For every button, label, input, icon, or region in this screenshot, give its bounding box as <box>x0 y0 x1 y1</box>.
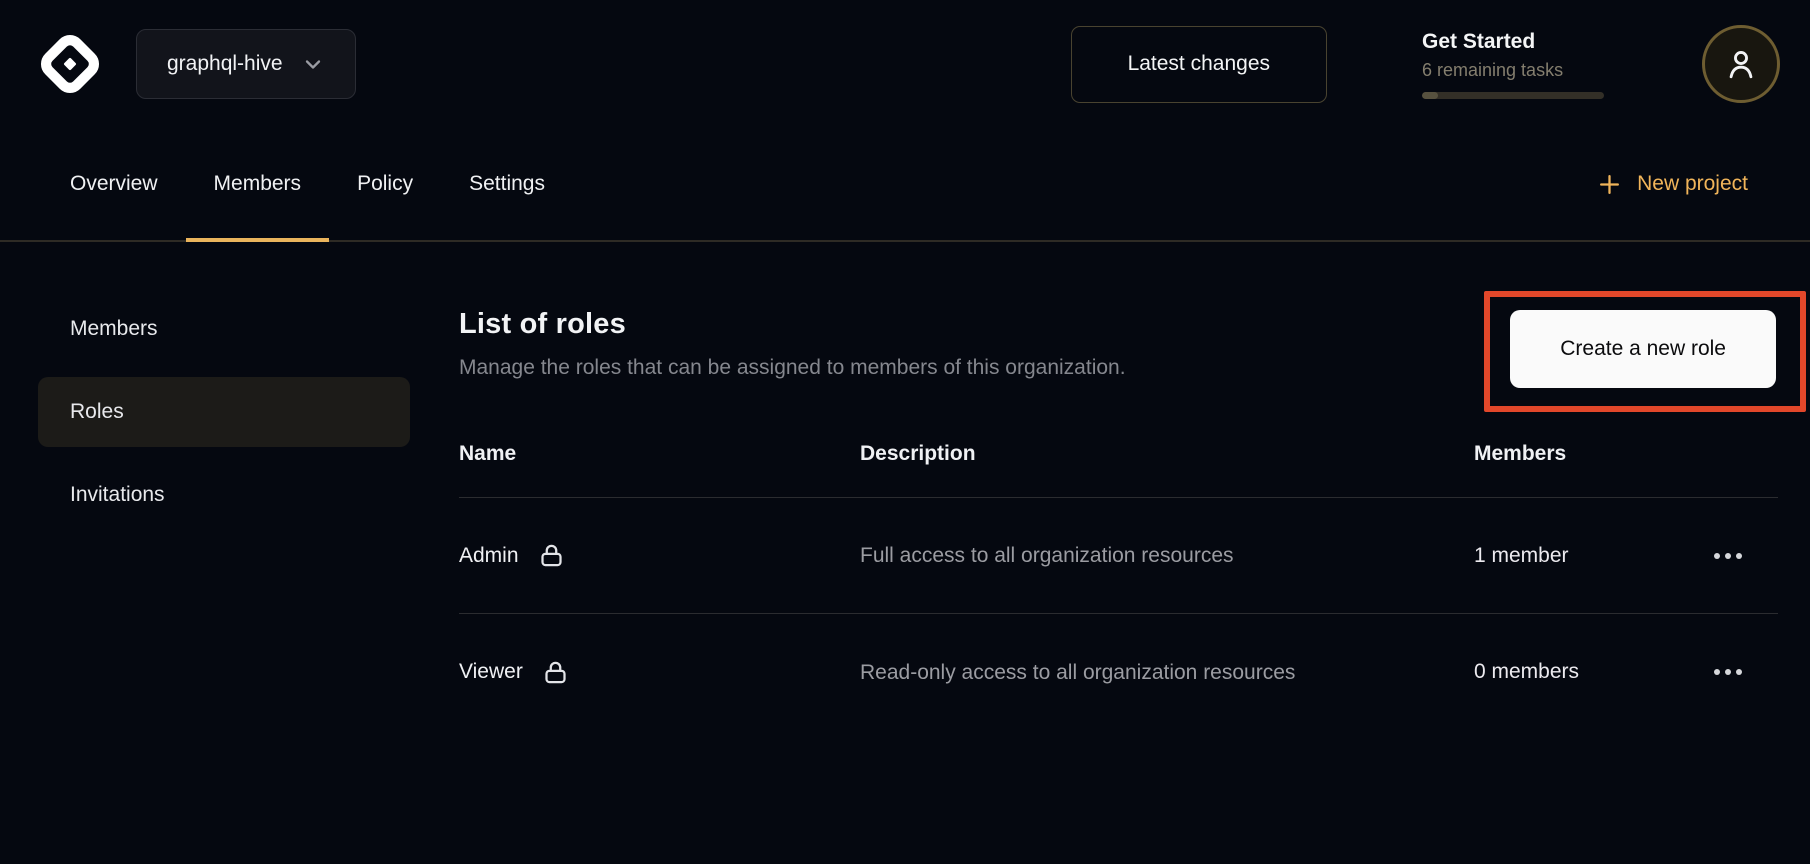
plus-icon <box>1597 172 1622 197</box>
create-new-role-button[interactable]: Create a new role <box>1510 310 1776 388</box>
sidebar-item-label: Members <box>70 317 158 341</box>
get-started-title: Get Started <box>1422 30 1604 54</box>
role-name-cell: Viewer <box>459 659 860 686</box>
role-actions-menu-button[interactable] <box>1704 543 1752 569</box>
organization-selector[interactable]: graphql-hive <box>136 29 356 99</box>
page-subtitle: Manage the roles that can be assigned to… <box>459 356 1126 380</box>
create-role-button-wrap: Create a new role <box>1510 310 1776 388</box>
role-name: Admin <box>459 544 519 568</box>
tab-settings[interactable]: Settings <box>441 128 573 240</box>
sidebar-item-members[interactable]: Members <box>38 294 410 364</box>
table-row: Admin Full access to all organization re… <box>459 498 1778 614</box>
role-members-cell: 1 member <box>1474 543 1778 569</box>
kebab-menu-icon <box>1714 669 1720 675</box>
hive-logo-icon[interactable] <box>35 29 105 99</box>
user-icon <box>1723 46 1759 82</box>
lock-icon <box>542 659 569 686</box>
latest-changes-label: Latest changes <box>1128 52 1270 76</box>
role-members-count: 1 member <box>1474 544 1569 568</box>
tab-policy[interactable]: Policy <box>329 128 441 240</box>
tab-label: Members <box>214 172 302 196</box>
user-avatar[interactable] <box>1702 25 1780 103</box>
role-members-count: 0 members <box>1474 660 1579 684</box>
role-description: Full access to all organization resource… <box>860 538 1325 573</box>
top-bar: graphql-hive Latest changes Get Started … <box>0 0 1810 128</box>
kebab-menu-icon <box>1714 553 1720 559</box>
organization-name: graphql-hive <box>167 52 283 76</box>
role-actions-menu-button[interactable] <box>1704 659 1752 685</box>
tab-members[interactable]: Members <box>186 128 330 240</box>
role-name: Viewer <box>459 660 523 684</box>
members-sidebar: Members Roles Invitations <box>0 242 430 864</box>
content-area: Members Roles Invitations List of roles … <box>0 242 1810 864</box>
tab-label: Policy <box>357 172 413 196</box>
get-started-progress-bar <box>1422 92 1604 99</box>
sidebar-item-label: Roles <box>70 400 124 424</box>
page-title: List of roles <box>459 308 1126 341</box>
sidebar-item-label: Invitations <box>70 483 165 507</box>
new-project-label: New project <box>1637 172 1748 196</box>
get-started-subtitle: 6 remaining tasks <box>1422 60 1604 81</box>
latest-changes-button[interactable]: Latest changes <box>1071 26 1327 103</box>
roles-heading-block: List of roles Manage the roles that can … <box>459 308 1126 380</box>
role-description: Read-only access to all organization res… <box>860 655 1325 690</box>
roles-panel: List of roles Manage the roles that can … <box>430 242 1810 864</box>
new-project-link[interactable]: New project <box>1597 172 1748 197</box>
table-row: Viewer Read-only access to all organizat… <box>459 614 1778 730</box>
role-members-cell: 0 members <box>1474 659 1778 685</box>
get-started-progress-fill <box>1422 92 1438 99</box>
table-header-row: Name Description Members <box>459 442 1778 498</box>
column-header-members: Members <box>1474 442 1778 466</box>
tab-label: Overview <box>70 172 158 196</box>
role-name-cell: Admin <box>459 542 860 569</box>
tab-label: Settings <box>469 172 545 196</box>
sidebar-item-invitations[interactable]: Invitations <box>38 460 410 530</box>
sidebar-item-roles[interactable]: Roles <box>38 377 410 447</box>
tab-overview[interactable]: Overview <box>42 128 186 240</box>
tab-bar: Overview Members Policy Settings New pro… <box>0 128 1810 242</box>
roles-table: Name Description Members Admin <box>459 442 1778 730</box>
get-started-widget[interactable]: Get Started 6 remaining tasks <box>1422 30 1604 99</box>
roles-header: List of roles Manage the roles that can … <box>459 308 1778 388</box>
column-header-description: Description <box>860 442 1474 466</box>
chevron-down-icon <box>301 52 325 76</box>
column-header-name: Name <box>459 442 860 466</box>
lock-icon <box>538 542 565 569</box>
hive-app-window: graphql-hive Latest changes Get Started … <box>0 0 1810 864</box>
